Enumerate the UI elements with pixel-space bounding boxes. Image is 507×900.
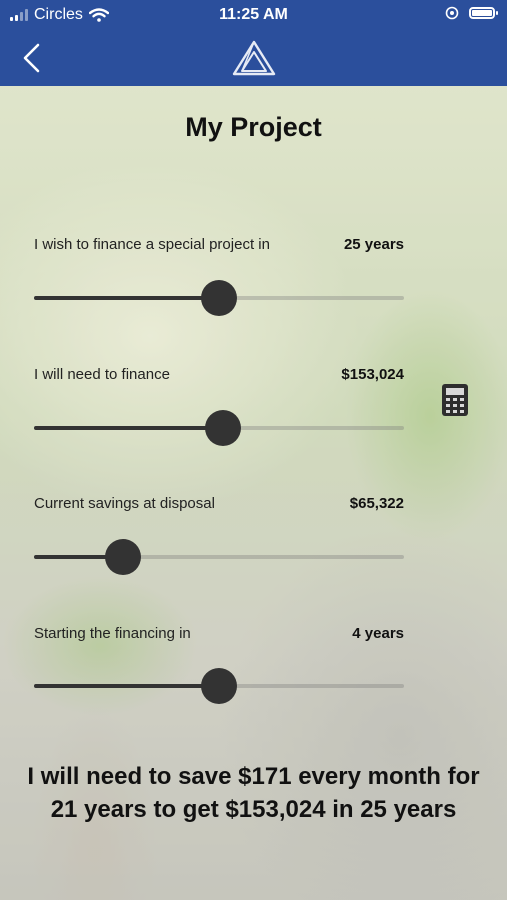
back-button[interactable]	[18, 42, 48, 74]
slider-fill	[34, 426, 223, 430]
nav-bar	[0, 30, 507, 86]
status-bar: Circles 11:25 AM	[0, 0, 507, 30]
slider-thumb[interactable]	[201, 668, 237, 704]
slider-thumb[interactable]	[201, 280, 237, 316]
battery-icon	[469, 7, 498, 19]
duration-label: I wish to finance a special project in	[34, 236, 270, 253]
summary-line-2: 21 years to get $153,024 in 25 years	[50, 796, 457, 823]
finance-amount-label: I will need to finance	[34, 366, 170, 383]
duration-value: 25 years	[343, 236, 404, 253]
logo-triangle-icon	[232, 40, 276, 76]
slider-fill	[34, 684, 219, 688]
slider-thumb[interactable]	[104, 539, 141, 575]
calculator-icon[interactable]	[441, 383, 469, 417]
status-right	[445, 6, 498, 20]
savings-value: $65,322	[349, 495, 404, 512]
slider-thumb[interactable]	[204, 410, 241, 446]
start-slider[interactable]	[34, 666, 404, 706]
slider-fill	[34, 296, 219, 300]
savings-slider[interactable]	[34, 537, 404, 577]
start-label: Starting the financing in	[34, 625, 191, 642]
start-value: 4 years	[352, 625, 404, 642]
savings-summary: I will need to save $171 every month for…	[10, 760, 497, 826]
page-title: My Project	[185, 112, 322, 142]
duration-slider[interactable]	[34, 278, 404, 318]
status-time: 11:25 AM	[219, 6, 288, 23]
location-icon	[445, 6, 459, 20]
savings-label: Current savings at disposal	[34, 495, 215, 512]
finance-amount-slider[interactable]	[34, 408, 404, 448]
finance-amount-value: $153,024	[341, 366, 404, 383]
summary-line-1: I will need to save $171 every month for	[27, 763, 480, 790]
